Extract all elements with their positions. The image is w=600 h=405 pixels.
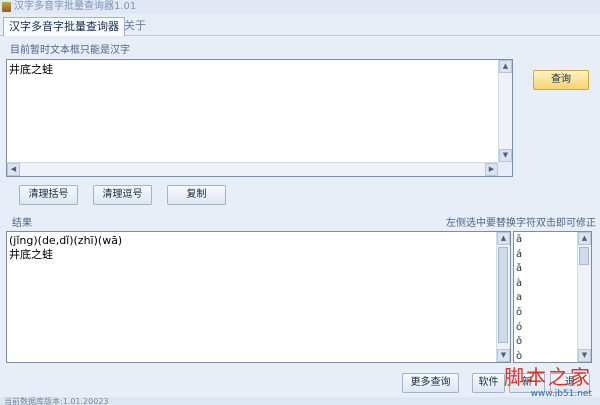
list-item[interactable]: ǒ: [516, 335, 522, 350]
scroll-up-icon[interactable]: ▲: [499, 60, 512, 73]
list-item[interactable]: ā: [516, 233, 522, 248]
input-textbox[interactable]: 井底之蛙 ▲ ▼ ◀ ▶: [6, 59, 513, 177]
scroll-thumb[interactable]: [498, 247, 508, 343]
result-textbox[interactable]: (jǐng)(de,dǐ)(zhī)(wā) 井底之蛙 ▲ ▼: [6, 231, 511, 363]
app-icon: [2, 2, 11, 12]
more-query-button[interactable]: 更多查询: [402, 373, 459, 393]
list-item[interactable]: á: [516, 248, 522, 263]
status-text: 当前数据库版本:1.01.20023: [4, 397, 109, 405]
list-item[interactable]: ò: [516, 350, 522, 365]
list-vertical-scrollbar[interactable]: ▲ ▼: [577, 232, 591, 362]
window-title: 汉字多音字批量查询器1.01: [14, 1, 137, 12]
main-panel: 目前暂时文本框只能是汉字 井底之蛙 ▲ ▼ ◀ ▶ 查询 清理括号 清理逗号 复…: [0, 36, 600, 405]
scroll-down-icon[interactable]: ▼: [499, 149, 512, 162]
replace-hint: 左侧选中要替换字符双击即可修正: [446, 218, 596, 229]
status-bar: 当前数据库版本:1.01.20023: [0, 397, 600, 405]
list-item[interactable]: ǎ: [516, 262, 522, 277]
scroll-up-icon[interactable]: ▲: [497, 232, 510, 245]
scroll-down-icon[interactable]: ▼: [578, 349, 591, 362]
input-vertical-scrollbar[interactable]: ▲ ▼: [498, 60, 512, 162]
scroll-up-icon[interactable]: ▲: [578, 232, 591, 245]
input-horizontal-scrollbar[interactable]: ◀ ▶: [7, 162, 498, 176]
scroll-right-icon[interactable]: ▶: [485, 163, 498, 176]
copy-button[interactable]: 复制: [167, 185, 226, 205]
list-item[interactable]: a: [516, 291, 522, 306]
scroll-thumb[interactable]: [579, 247, 589, 265]
result-vertical-scrollbar[interactable]: ▲ ▼: [496, 232, 510, 362]
result-line-2: 井底之蛙: [9, 248, 53, 261]
scroll-down-icon[interactable]: ▼: [497, 349, 510, 362]
input-text: 井底之蛙: [9, 63, 53, 76]
exit-button[interactable]: 退: [550, 373, 590, 393]
scrollbar-corner: [498, 162, 512, 176]
update-button[interactable]: 新: [509, 373, 545, 393]
list-item[interactable]: à: [516, 277, 522, 292]
result-line-1: (jǐng)(de,dǐ)(zhī)(wā): [9, 234, 123, 247]
list-item[interactable]: ó: [516, 321, 522, 336]
replacement-char-list[interactable]: ā á ǎ à a ō ó ǒ ò ▲ ▼: [513, 231, 592, 363]
query-button[interactable]: 查询: [533, 70, 589, 90]
replacement-char-items[interactable]: ā á ǎ à a ō ó ǒ ò: [516, 233, 522, 364]
result-label: 结果: [12, 218, 32, 229]
title-bar: 汉字多音字批量查询器1.01: [0, 0, 600, 14]
tab-main[interactable]: 汉字多音字批量查询器: [3, 17, 125, 37]
tab-about[interactable]: 关于: [119, 17, 151, 37]
list-item[interactable]: ō: [516, 306, 522, 321]
software-button[interactable]: 软件: [472, 373, 505, 393]
clear-commas-button[interactable]: 清理逗号: [93, 185, 152, 205]
scroll-left-icon[interactable]: ◀: [7, 163, 20, 176]
input-group-label: 目前暂时文本框只能是汉字: [10, 45, 130, 56]
clear-brackets-button[interactable]: 清理括号: [19, 185, 78, 205]
tab-strip: 汉字多音字批量查询器 关于: [0, 14, 600, 37]
